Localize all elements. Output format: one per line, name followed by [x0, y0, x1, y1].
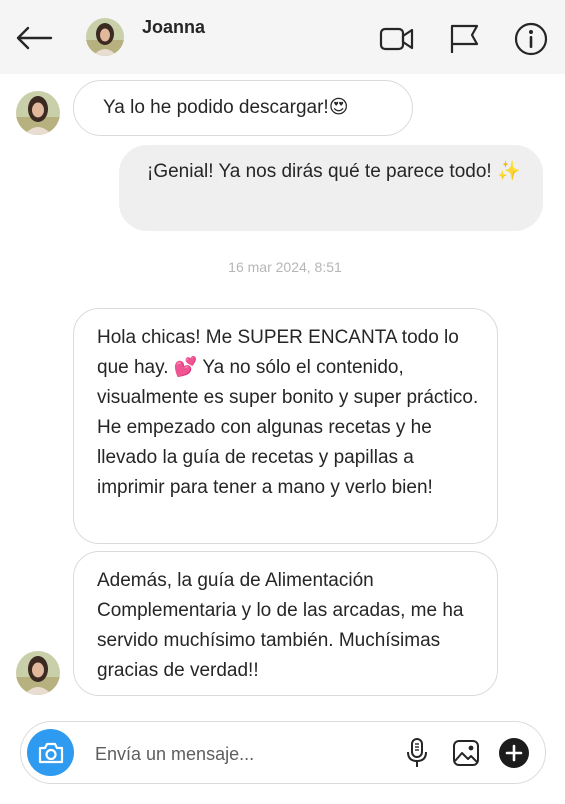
chat-header: Joanna [0, 0, 565, 74]
message-bubble[interactable]: Ya lo he podido descargar!😍 [73, 80, 413, 136]
image-icon [453, 740, 479, 766]
info-button[interactable] [512, 20, 550, 58]
add-photo-button[interactable] [449, 736, 483, 770]
video-call-icon [379, 27, 414, 51]
message-input[interactable] [93, 738, 377, 770]
message-composer [20, 721, 546, 784]
contact-avatar[interactable] [16, 651, 60, 695]
message-bubble[interactable]: Además, la guía de Alimentación Compleme… [73, 551, 498, 696]
voice-message-button[interactable] [400, 736, 434, 770]
back-button[interactable] [14, 20, 54, 56]
back-arrow-icon [16, 26, 53, 50]
plus-icon [499, 738, 529, 768]
contact-avatar[interactable] [86, 18, 124, 56]
message-bubble[interactable]: Hola chicas! Me SUPER ENCANTA todo lo qu… [73, 308, 498, 544]
flag-icon [450, 24, 479, 53]
more-options-button[interactable] [497, 736, 531, 770]
info-icon [514, 22, 548, 56]
report-button[interactable] [445, 20, 483, 58]
camera-button[interactable] [27, 729, 74, 776]
message-bubble[interactable]: ¡Genial! Ya nos dirás qué te parece todo… [119, 145, 543, 231]
camera-icon [38, 742, 63, 763]
microphone-icon [407, 738, 427, 767]
contact-avatar[interactable] [16, 91, 60, 135]
contact-name[interactable]: Joanna [142, 17, 205, 38]
video-call-button[interactable] [378, 20, 416, 58]
timestamp: 16 mar 2024, 8:51 [228, 259, 342, 275]
